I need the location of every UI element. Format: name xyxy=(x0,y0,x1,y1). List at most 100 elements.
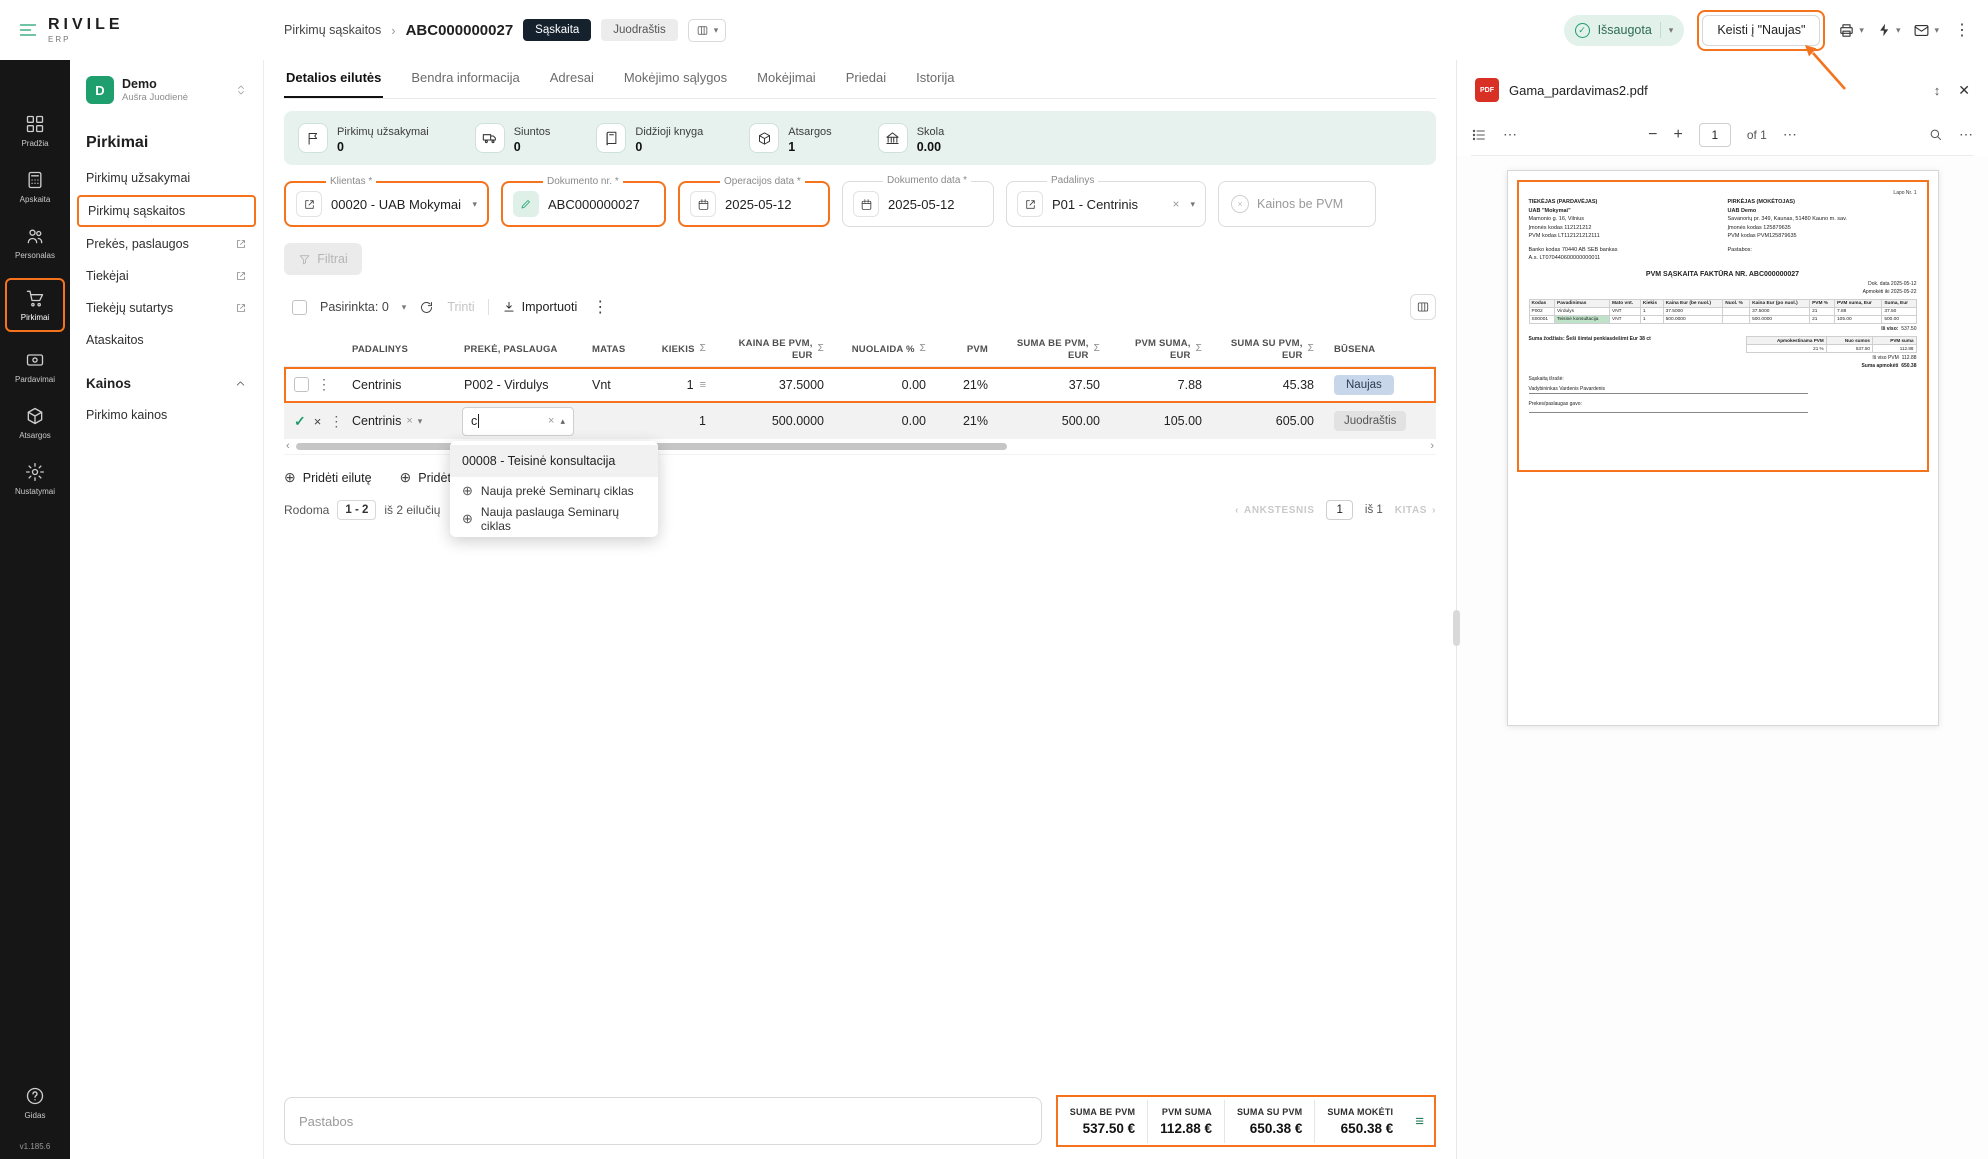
toolbar-more-button[interactable]: ⋮ xyxy=(590,297,610,317)
padalinys-select[interactable]: Centrinis × ▾ xyxy=(342,414,454,428)
tab-adresai[interactable]: Adresai xyxy=(548,60,596,98)
sidebar-item-pirkimu-uzsakymai[interactable]: Pirkimų užsakymai xyxy=(70,162,263,194)
scroll-left-icon[interactable]: ‹ xyxy=(286,441,290,452)
cell-kiekis[interactable]: 1 xyxy=(644,414,716,428)
pdf-page-input[interactable] xyxy=(1699,123,1731,147)
divider xyxy=(488,299,489,315)
cancel-icon[interactable]: × xyxy=(314,414,322,429)
cell-kaina[interactable]: 500.0000 xyxy=(716,414,834,428)
klientas-field[interactable]: Klientas * 00020 - UAB Mokymai ▾ xyxy=(284,181,489,227)
workspace-switcher[interactable]: D Demo Aušra Juodienė xyxy=(80,70,253,110)
rail-item-pardavimai[interactable]: Pardavimai xyxy=(5,342,65,392)
thumbnails-icon[interactable] xyxy=(1471,127,1487,143)
rail-item-apskaita[interactable]: Apskaita xyxy=(5,162,65,212)
chevron-down-icon[interactable]: ▾ xyxy=(1190,199,1195,210)
panel-resize-handle[interactable] xyxy=(1453,610,1460,646)
truck-icon xyxy=(475,123,505,153)
scroll-right-icon[interactable]: › xyxy=(1430,441,1434,452)
search-icon[interactable] xyxy=(1928,127,1943,142)
row-checkbox[interactable] xyxy=(294,377,309,392)
dropdown-create-paslauga[interactable]: ⊕ Nauja paslauga Seminarų ciklas xyxy=(450,505,658,533)
cell: Virdulys xyxy=(1555,307,1610,315)
cell-nuolaida[interactable]: 0.00 xyxy=(834,414,936,428)
quick-actions-button[interactable]: ▾ xyxy=(1877,22,1901,38)
chevron-up-icon[interactable]: ▴ xyxy=(560,416,565,427)
rows-range-select[interactable]: 1 - 2 xyxy=(337,500,376,520)
chevron-down-icon[interactable]: ▾ xyxy=(472,199,477,210)
chevron-down-icon[interactable]: ▾ xyxy=(402,302,407,313)
rail-item-gidas[interactable]: Gidas xyxy=(5,1078,65,1128)
zoom-in-icon[interactable]: + xyxy=(1673,126,1682,144)
view-switcher[interactable]: ▾ xyxy=(688,19,727,42)
avatar: D xyxy=(86,76,114,104)
product-search-input[interactable]: c × ▴ xyxy=(462,407,574,436)
rail-item-pirkimai[interactable]: Pirkimai xyxy=(5,278,65,332)
close-icon[interactable]: ✕ xyxy=(1958,82,1970,99)
selected-count[interactable]: Pasirinkta: 0 xyxy=(320,300,389,314)
pdf-viewer[interactable]: Lapo Nr. 1 TIEKĖJAS (PARDAVĖJAS) UAB "Mo… xyxy=(1457,156,1988,1159)
more-menu-button[interactable]: ⋮ xyxy=(1952,20,1972,40)
padalinys-field[interactable]: Padalinys P01 - Centrinis × ▾ xyxy=(1006,181,1206,227)
chevron-down-icon[interactable]: ▾ xyxy=(418,416,423,427)
ledger-icon xyxy=(596,123,626,153)
operacijos-data-field[interactable]: Operacijos data * 2025-05-12 xyxy=(678,181,830,227)
zoom-out-icon[interactable]: − xyxy=(1648,126,1657,144)
import-button[interactable]: Importuoti xyxy=(502,300,578,314)
sidebar-item-tiekeju-sutartys[interactable]: Tiekėjų sutartys xyxy=(70,292,263,324)
cell: Nuol. % xyxy=(1723,299,1750,307)
dropdown-create-preke[interactable]: ⊕ Nauja prekė Seminarų ciklas xyxy=(450,477,658,505)
confirm-icon[interactable]: ✓ xyxy=(294,413,306,430)
tab-istorija[interactable]: Istorija xyxy=(914,60,956,98)
chevron-down-icon: ▾ xyxy=(1669,25,1674,36)
print-button[interactable]: ▾ xyxy=(1838,22,1864,39)
sidebar-item-prekes-paslaugos[interactable]: Prekės, paslaugos xyxy=(70,228,263,260)
calendar-icon[interactable] xyxy=(690,191,716,217)
add-row-button[interactable]: ⊕ Pridėti eilutę xyxy=(284,469,372,486)
kainos-be-pvm-toggle[interactable]: × Kainos be PVM xyxy=(1218,181,1376,227)
cell-pvm[interactable]: 21% xyxy=(936,414,998,428)
sidebar-item-tiekejai[interactable]: Tiekėjai xyxy=(70,260,263,292)
dokumento-data-field[interactable]: Dokumento data * 2025-05-12 xyxy=(842,181,994,227)
tab-mokejimai[interactable]: Mokėjimai xyxy=(755,60,818,98)
notes-input[interactable] xyxy=(284,1097,1042,1145)
rail-item-nustatymai[interactable]: Nustatymai xyxy=(5,454,65,504)
empty-space xyxy=(284,520,1436,1095)
rail-item-atsargos[interactable]: Atsargos xyxy=(5,398,65,448)
menu-icon[interactable] xyxy=(18,20,38,40)
tab-detalios-eilutes[interactable]: Detalios eilutės xyxy=(284,60,383,98)
rail-item-personalas[interactable]: Personalas xyxy=(5,218,65,268)
rail-item-pradzia[interactable]: Pradžia xyxy=(5,106,65,156)
dropdown-option[interactable]: 00008 - Teisinė konsultacija xyxy=(450,445,658,477)
totals-menu-icon[interactable]: ≡ xyxy=(1405,1113,1434,1130)
table-row[interactable]: ⋮ Centrinis P002 - Virdulys Vnt 1 ≡ 37.5… xyxy=(284,367,1436,403)
stat-value: 0 xyxy=(337,140,429,154)
saved-status-chip[interactable]: ✓ Išsaugota ▾ xyxy=(1564,15,1685,46)
sidebar-section2[interactable]: Kainos xyxy=(70,356,263,399)
clear-icon[interactable]: × xyxy=(406,415,412,427)
pdf-more-icon[interactable]: ⋯ xyxy=(1783,126,1798,143)
calendar-icon[interactable] xyxy=(853,191,879,217)
email-button[interactable]: ▾ xyxy=(1913,22,1939,39)
dokumento-nr-field[interactable]: Dokumento nr. * ABC000000027 xyxy=(501,181,666,227)
change-status-button[interactable]: Keisti į "Naujas" xyxy=(1702,15,1820,46)
tab-priedai[interactable]: Priedai xyxy=(844,60,888,98)
clear-icon[interactable]: × xyxy=(1172,197,1179,211)
external-link-icon[interactable] xyxy=(1017,191,1043,217)
pdf-more-icon[interactable]: ⋯ xyxy=(1503,126,1518,143)
expand-icon[interactable]: ↕ xyxy=(1934,83,1941,98)
row-menu-button[interactable]: ⋮ xyxy=(317,376,331,393)
pdf-more-icon[interactable]: ⋯ xyxy=(1959,126,1974,143)
select-all-checkbox[interactable] xyxy=(292,300,307,315)
table-row-edit[interactable]: ✓ × ⋮ Centrinis × ▾ c × ▴ xyxy=(284,403,1436,439)
column-settings-button[interactable] xyxy=(1410,294,1436,320)
clear-icon[interactable]: × xyxy=(548,415,554,427)
tab-mokejimo-salygos[interactable]: Mokėjimo sąlygos xyxy=(622,60,729,98)
breadcrumb-parent[interactable]: Pirkimų sąskaitos xyxy=(284,23,381,37)
refresh-icon[interactable] xyxy=(419,300,434,315)
external-link-icon[interactable] xyxy=(296,191,322,217)
sidebar-item-ataskaitos[interactable]: Ataskaitos xyxy=(70,324,263,356)
tab-bendra-informacija[interactable]: Bendra informacija xyxy=(409,60,521,98)
sidebar-item-pirkimu-saskaitos[interactable]: Pirkimų sąskaitos xyxy=(77,195,256,227)
sidebar-item-pirkimo-kainos[interactable]: Pirkimo kainos xyxy=(70,399,263,431)
stat-atsargos: Atsargos1 xyxy=(749,122,831,154)
